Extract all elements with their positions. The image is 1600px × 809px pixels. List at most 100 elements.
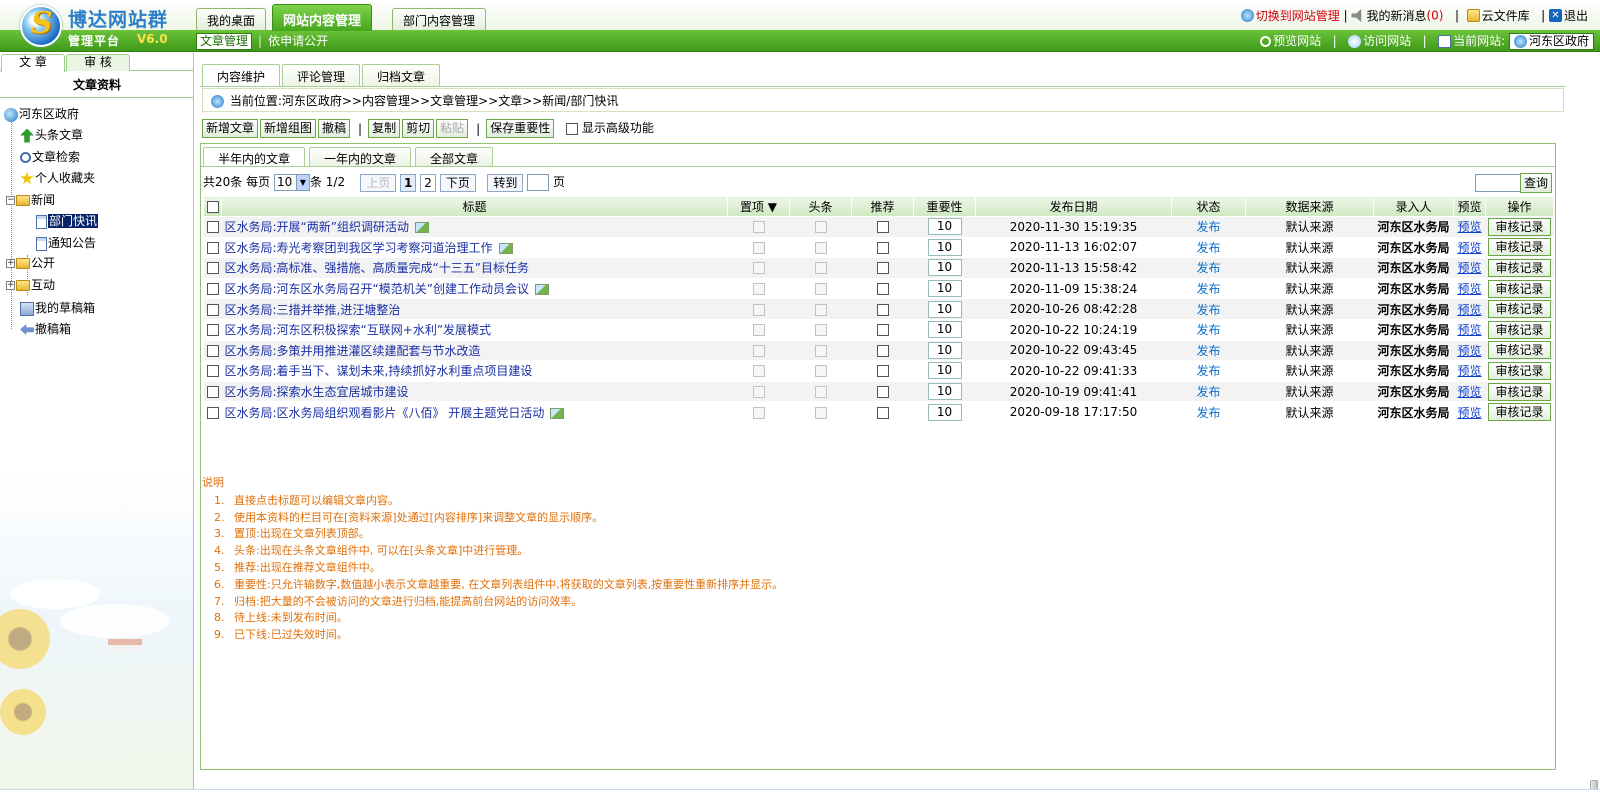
importance-input[interactable]: 10 bbox=[927, 280, 962, 298]
tree-node-headline[interactable]: 头条文章 bbox=[20, 126, 83, 144]
sub-nav-public-request[interactable]: 依申请公开 bbox=[268, 34, 328, 48]
tab-dept-content[interactable]: 部门内容管理 bbox=[392, 8, 487, 30]
headline-checkbox[interactable] bbox=[814, 303, 827, 316]
headline-checkbox[interactable] bbox=[814, 344, 827, 357]
preview-link[interactable]: 预览 bbox=[1457, 282, 1481, 296]
tree-node-favorites[interactable]: 个人收藏夹 bbox=[20, 169, 95, 187]
headline-checkbox[interactable] bbox=[814, 221, 827, 234]
headline-checkbox[interactable] bbox=[814, 262, 827, 275]
audit-record-button[interactable]: 审核记录 bbox=[1488, 217, 1551, 236]
row-checkbox[interactable] bbox=[206, 344, 219, 357]
article-title-link[interactable]: 区水务局:探索水生态宜居城市建设 bbox=[225, 385, 409, 399]
pin-checkbox[interactable] bbox=[752, 262, 765, 275]
audit-record-button[interactable]: 审核记录 bbox=[1488, 403, 1551, 422]
recommend-checkbox[interactable] bbox=[876, 303, 889, 316]
tab-my-desktop[interactable]: 我的桌面 bbox=[196, 8, 267, 30]
preview-link[interactable]: 预览 bbox=[1457, 385, 1481, 399]
importance-input[interactable]: 10 bbox=[927, 300, 962, 318]
tab-one-year[interactable]: 一年内的文章 bbox=[309, 147, 412, 166]
switch-admin-link[interactable]: 切换到网站管理 bbox=[1256, 9, 1340, 23]
page-1-button[interactable]: 1 bbox=[400, 173, 417, 192]
article-title-link[interactable]: 区水务局:多策并用推进灌区续建配套与节水改造 bbox=[225, 344, 481, 358]
tab-archived[interactable]: 归档文章 bbox=[362, 64, 441, 86]
left-tab-audit[interactable]: 审 核 bbox=[66, 54, 130, 71]
prev-page-button[interactable]: 上页 bbox=[360, 173, 397, 192]
headline-checkbox[interactable] bbox=[814, 283, 827, 296]
new-group-button[interactable]: 新增组图 bbox=[260, 119, 317, 138]
article-title-link[interactable]: 区水务局:高标准、强措施、高质量完成“十三五”目标任务 bbox=[225, 261, 529, 275]
row-checkbox[interactable] bbox=[206, 324, 219, 337]
tree-node-public[interactable]: + 公开 bbox=[6, 254, 55, 272]
select-all-checkbox[interactable] bbox=[206, 201, 219, 213]
importance-input[interactable]: 10 bbox=[927, 259, 962, 277]
tab-all-articles[interactable]: 全部文章 bbox=[415, 147, 494, 166]
pin-checkbox[interactable] bbox=[752, 283, 765, 296]
advanced-checkbox[interactable] bbox=[566, 122, 579, 135]
article-title-link[interactable]: 区水务局:开展“两新”组织调研活动 bbox=[225, 220, 409, 234]
row-checkbox[interactable] bbox=[206, 283, 219, 296]
expand-icon[interactable]: + bbox=[6, 281, 15, 290]
audit-record-button[interactable]: 审核记录 bbox=[1488, 382, 1551, 401]
headline-checkbox[interactable] bbox=[814, 406, 827, 419]
audit-record-button[interactable]: 审核记录 bbox=[1488, 238, 1551, 257]
row-checkbox[interactable] bbox=[206, 241, 219, 254]
next-page-button[interactable]: 下页 bbox=[439, 173, 476, 192]
pin-checkbox[interactable] bbox=[752, 303, 765, 316]
pin-checkbox[interactable] bbox=[752, 221, 765, 234]
article-title-link[interactable]: 区水务局:三措并举推,进汪塘整治 bbox=[225, 303, 401, 317]
tab-comment-manage[interactable]: 评论管理 bbox=[282, 64, 361, 86]
article-title-link[interactable]: 区水务局:河东区积极探索“互联网+水利”发展模式 bbox=[225, 323, 492, 337]
audit-record-button[interactable]: 审核记录 bbox=[1488, 361, 1551, 380]
headline-checkbox[interactable] bbox=[814, 324, 827, 337]
copy-button[interactable]: 复制 bbox=[368, 119, 401, 138]
tree-node-interact[interactable]: + 互动 bbox=[6, 276, 55, 294]
tree-node-notices[interactable]: 通知公告 bbox=[36, 234, 96, 252]
recommend-checkbox[interactable] bbox=[876, 241, 889, 254]
preview-link[interactable]: 预览 bbox=[1457, 344, 1481, 358]
recommend-checkbox[interactable] bbox=[876, 262, 889, 275]
tree-node-dept-news[interactable]: 部门快讯 bbox=[36, 212, 99, 230]
importance-input[interactable]: 10 bbox=[927, 218, 962, 236]
row-checkbox[interactable] bbox=[206, 303, 219, 316]
cut-button[interactable]: 剪切 bbox=[402, 119, 435, 138]
article-title-link[interactable]: 区水务局:着手当下、谋划未来,持续抓好水利重点项目建设 bbox=[225, 364, 533, 378]
preview-link[interactable]: 预览 bbox=[1457, 220, 1481, 234]
save-importance-button[interactable]: 保存重要性 bbox=[486, 119, 555, 138]
messages-link[interactable]: 我的新消息 bbox=[1366, 9, 1426, 23]
sub-nav-article-manage[interactable]: 文章管理 bbox=[196, 33, 253, 50]
tab-half-year[interactable]: 半年内的文章 bbox=[203, 147, 306, 167]
recommend-checkbox[interactable] bbox=[876, 365, 889, 378]
expand-icon[interactable]: + bbox=[6, 259, 15, 268]
tree-node-news[interactable]: − 新闻 bbox=[6, 191, 55, 209]
recommend-checkbox[interactable] bbox=[876, 386, 889, 399]
preview-link[interactable]: 预览 bbox=[1457, 241, 1481, 255]
audit-record-button[interactable]: 审核记录 bbox=[1488, 320, 1551, 339]
tree-node-withdrawn[interactable]: 撤稿箱 bbox=[20, 320, 71, 338]
importance-input[interactable]: 10 bbox=[927, 383, 962, 401]
per-page-select[interactable]: 10 ▼ bbox=[273, 174, 310, 191]
pin-checkbox[interactable] bbox=[752, 241, 765, 254]
pin-checkbox[interactable] bbox=[752, 406, 765, 419]
preview-link[interactable]: 预览 bbox=[1457, 364, 1481, 378]
importance-input[interactable]: 10 bbox=[927, 362, 962, 380]
article-title-link[interactable]: 区水务局:河东区水务局召开“模范机关”创建工作动员会议 bbox=[225, 282, 529, 296]
recommend-checkbox[interactable] bbox=[876, 283, 889, 296]
tree-node-search[interactable]: 文章检索 bbox=[20, 148, 80, 166]
new-article-button[interactable]: 新增文章 bbox=[202, 119, 259, 138]
recommend-checkbox[interactable] bbox=[876, 406, 889, 419]
row-checkbox[interactable] bbox=[206, 365, 219, 378]
collapse-icon[interactable]: − bbox=[6, 196, 15, 205]
preview-link[interactable]: 预览 bbox=[1457, 261, 1481, 275]
recommend-checkbox[interactable] bbox=[876, 221, 889, 234]
pin-checkbox[interactable] bbox=[752, 324, 765, 337]
preview-link[interactable]: 预览 bbox=[1457, 303, 1481, 317]
row-checkbox[interactable] bbox=[206, 406, 219, 419]
pin-checkbox[interactable] bbox=[752, 386, 765, 399]
col-pin[interactable]: 置项 ▼ bbox=[727, 196, 790, 217]
audit-record-button[interactable]: 审核记录 bbox=[1488, 300, 1551, 319]
pin-checkbox[interactable] bbox=[752, 344, 765, 357]
tab-content-maintain[interactable]: 内容维护 bbox=[202, 64, 281, 87]
preview-site-link[interactable]: 预览网站 bbox=[1273, 34, 1321, 48]
headline-checkbox[interactable] bbox=[814, 365, 827, 378]
audit-record-button[interactable]: 审核记录 bbox=[1488, 341, 1551, 360]
